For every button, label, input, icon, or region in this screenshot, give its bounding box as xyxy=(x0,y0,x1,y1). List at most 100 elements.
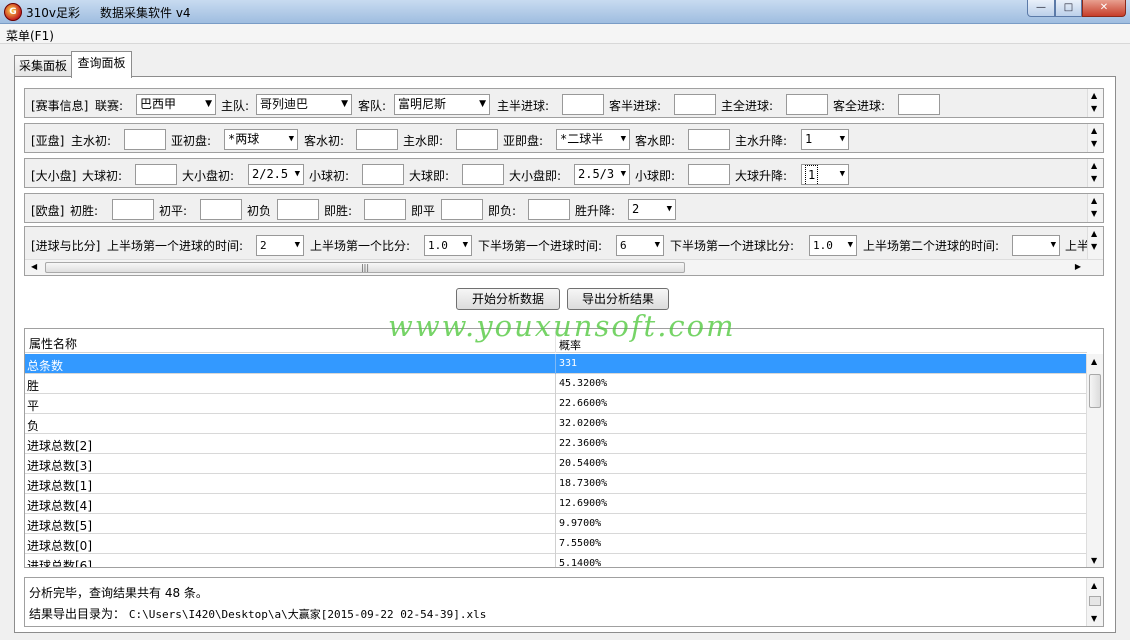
more-fields-label: 上半 xyxy=(1065,239,1090,253)
win-now-label: 即胜: xyxy=(324,204,353,218)
lose-now-input[interactable] xyxy=(528,199,570,220)
cell-probability: 22.3600% xyxy=(559,438,608,449)
over-init-input[interactable] xyxy=(135,164,177,185)
close-button[interactable]: ✕ xyxy=(1082,0,1126,17)
arrow-down-icon: ▼ xyxy=(1091,614,1098,623)
away-full-goals-input[interactable] xyxy=(898,94,940,115)
win-now-input[interactable] xyxy=(364,199,406,220)
menu-bar: 菜单(F1) xyxy=(0,24,1130,44)
table-row[interactable]: 进球总数[6] 5.1400% xyxy=(25,554,1087,568)
over-change-label: 大球升降: xyxy=(735,169,788,183)
draw-now-input[interactable] xyxy=(441,199,483,220)
arrow-up-icon: ▲ xyxy=(1091,91,1098,100)
home-water-init-label: 主水初: xyxy=(71,134,112,148)
start-analysis-button[interactable]: 开始分析数据 xyxy=(456,288,560,310)
chevron-down-icon: ▼ xyxy=(620,134,626,144)
cell-probability: 7.5500% xyxy=(559,538,602,549)
row-scrollbar[interactable]: ▲ ▼ xyxy=(1087,89,1103,117)
h2-first-score-label: 下半场第一个进球比分: xyxy=(670,239,795,253)
export-results-button[interactable]: 导出分析结果 xyxy=(567,288,669,310)
table-row[interactable]: 进球总数[3] 20.5400% xyxy=(25,454,1087,474)
line-now-select[interactable]: 2.5/3 ▼ xyxy=(574,164,630,185)
home-half-goals-input[interactable] xyxy=(562,94,604,115)
asia-now-select[interactable]: *二球半 ▼ xyxy=(556,129,630,150)
table-row[interactable]: 进球总数[4] 12.6900% xyxy=(25,494,1087,514)
win-init-label: 初胜: xyxy=(70,204,99,218)
away-water-now-input[interactable] xyxy=(688,129,730,150)
under-now-input[interactable] xyxy=(688,164,730,185)
minimize-button[interactable]: — xyxy=(1027,0,1055,17)
draw-init-input[interactable] xyxy=(200,199,242,220)
section-label: [欧盘] xyxy=(31,204,65,218)
over-under-row: [大小盘] 大球初: 大小盘初: 2/2.5 ▼ 小球初: 大球即: 大小盘即: … xyxy=(24,158,1104,188)
table-row[interactable]: 进球总数[0] 7.5500% xyxy=(25,534,1087,554)
win-init-input[interactable] xyxy=(112,199,154,220)
arrow-up-icon: ▲ xyxy=(1091,229,1098,238)
cell-probability: 22.6600% xyxy=(559,398,608,409)
chevron-down-icon: ▼ xyxy=(1050,240,1056,250)
home-water-change-select[interactable]: 1 ▼ xyxy=(801,129,849,150)
scroll-thumb[interactable] xyxy=(1089,374,1101,408)
horizontal-scrollbar[interactable]: ◀ ||| ▶ xyxy=(25,259,1103,275)
table-row[interactable]: 负 32.0200% xyxy=(25,414,1087,434)
home-water-init-input[interactable] xyxy=(124,129,166,150)
lose-init-input[interactable] xyxy=(277,199,319,220)
table-header: 属性名称 概率 xyxy=(25,329,1087,353)
row-scrollbar[interactable]: ▲ ▼ xyxy=(1087,227,1103,259)
table-row[interactable]: 进球总数[2] 22.3600% xyxy=(25,434,1087,454)
log-textarea[interactable]: 分析完毕，查询结果共有 48 条。 结果导出目录为： C:\Users\I420… xyxy=(24,577,1104,627)
h1-first-goal-time-select[interactable]: 2 ▼ xyxy=(256,235,304,256)
tab-query[interactable]: 查询面板 xyxy=(71,51,132,78)
window-title: 310v足彩 xyxy=(26,6,81,20)
column-header-probability[interactable]: 概率 xyxy=(559,337,581,353)
export-path: C:\Users\I420\Desktop\a\大赢家[2015-09-22 0… xyxy=(128,608,487,621)
home-water-now-label: 主水即: xyxy=(403,134,444,148)
tab-collect[interactable]: 采集面板 xyxy=(14,55,72,77)
row-scrollbar[interactable]: ▲ ▼ xyxy=(1087,124,1103,152)
win-change-label: 胜升降: xyxy=(575,204,616,218)
table-row[interactable]: 平 22.6600% xyxy=(25,394,1087,414)
table-scrollbar[interactable]: ▲ ▼ xyxy=(1086,354,1103,567)
line-init-select[interactable]: 2/2.5 ▼ xyxy=(248,164,304,185)
league-select[interactable]: 巴西甲 ▼ xyxy=(136,94,216,115)
home-team-select[interactable]: 哥列迪巴 ▼ xyxy=(256,94,352,115)
row-scrollbar[interactable]: ▲ ▼ xyxy=(1087,194,1103,222)
table-row[interactable]: 胜 45.3200% xyxy=(25,374,1087,394)
home-full-goals-input[interactable] xyxy=(786,94,828,115)
h2-first-score-select[interactable]: 1.0 ▼ xyxy=(809,235,857,256)
menu-item-main[interactable]: 菜单(F1) xyxy=(6,27,54,44)
line-init-label: 大小盘初: xyxy=(182,169,235,183)
table-row[interactable]: 进球总数[1] 18.7300% xyxy=(25,474,1087,494)
cell-attribute-name: 进球总数[5] xyxy=(27,519,92,533)
maximize-button[interactable]: □ xyxy=(1055,0,1082,17)
scroll-thumb[interactable] xyxy=(1089,596,1101,606)
away-half-goals-input[interactable] xyxy=(674,94,716,115)
asia-init-select[interactable]: *两球 ▼ xyxy=(224,129,298,150)
scroll-thumb[interactable]: ||| xyxy=(45,262,685,273)
line-now-label: 大小盘即: xyxy=(509,169,562,183)
arrow-down-icon: ▼ xyxy=(1091,174,1098,183)
row-scrollbar[interactable]: ▲ ▼ xyxy=(1087,159,1103,187)
h1-first-score-select[interactable]: 1.0 ▼ xyxy=(424,235,472,256)
log-scrollbar[interactable]: ▲ ▼ xyxy=(1086,578,1103,626)
h1-second-goal-time-select[interactable]: ▼ xyxy=(1012,235,1060,256)
table-row[interactable]: 进球总数[5] 9.9700% xyxy=(25,514,1087,534)
away-team-select[interactable]: 富明尼斯 ▼ xyxy=(394,94,490,115)
win-change-select[interactable]: 2 ▼ xyxy=(628,199,676,220)
over-change-select[interactable]: 1 ▼ xyxy=(801,164,849,185)
arrow-down-icon: ▼ xyxy=(1091,104,1098,113)
cell-attribute-name: 负 xyxy=(27,419,40,433)
column-header-name[interactable]: 属性名称 xyxy=(29,335,77,352)
over-now-input[interactable] xyxy=(462,164,504,185)
away-water-init-input[interactable] xyxy=(356,129,398,150)
h1-second-goal-time-label: 上半场第二个进球的时间: xyxy=(863,239,1000,253)
lose-now-label: 即负: xyxy=(488,204,517,218)
cell-attribute-name: 胜 xyxy=(27,379,40,393)
under-init-input[interactable] xyxy=(362,164,404,185)
home-water-now-input[interactable] xyxy=(456,129,498,150)
table-row[interactable]: 总条数 331 xyxy=(25,354,1087,374)
cell-probability: 5.1400% xyxy=(559,558,602,568)
section-label: [进球与比分] xyxy=(31,239,101,253)
chevron-down-icon: ▼ xyxy=(462,240,468,250)
h2-first-goal-time-select[interactable]: 6 ▼ xyxy=(616,235,664,256)
